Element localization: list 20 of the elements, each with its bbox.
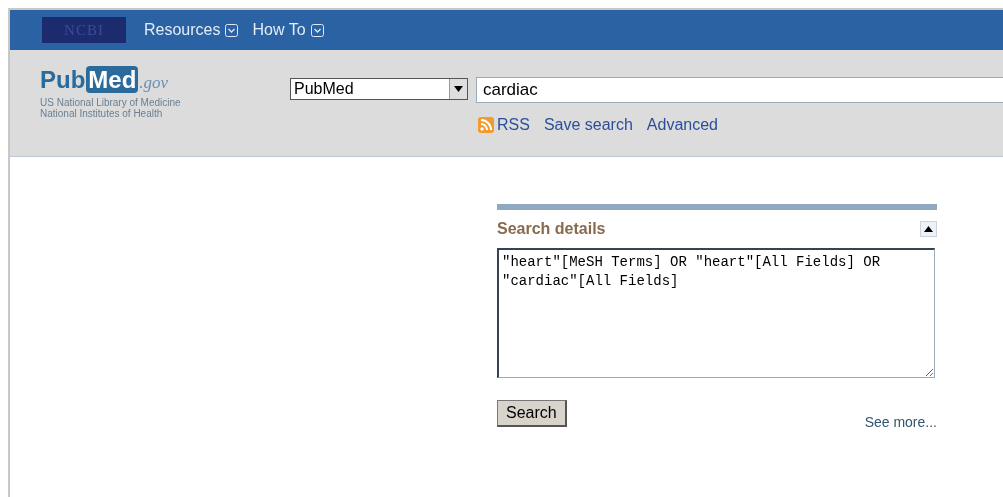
header-link[interactable]: Advanced [646, 116, 718, 134]
collapse-button[interactable] [920, 221, 937, 237]
subtitle-line: National Institutes of Health [40, 108, 164, 119]
search-field[interactable]: cardiac [476, 77, 1003, 103]
menu-link[interactable]: Resources [144, 21, 239, 39]
pubmed-logo[interactable]: Pub Med.gov [40, 66, 169, 94]
see-more-link[interactable]: See more... [864, 414, 937, 430]
rss-icon [478, 117, 494, 133]
panel-title: Search details [497, 220, 606, 238]
caret-icon [454, 86, 463, 92]
dropdown-icon [310, 23, 324, 37]
query-text-area[interactable]: "heart"[MeSH Terms] OR "heart"[All Fields] OR "cardiac"[All Fields] [497, 248, 935, 378]
caret-up-icon [924, 226, 933, 232]
dropdown-icon [225, 23, 239, 37]
database-dropdown[interactable]: PubMed [290, 78, 468, 100]
rss-link[interactable]: RSS [497, 116, 530, 134]
subtitle-line: US National Library of Medicine [40, 97, 182, 108]
menu-link[interactable]: How To [252, 21, 324, 39]
search-button[interactable]: Search [497, 400, 567, 427]
header-link[interactable]: Save search [543, 116, 633, 134]
